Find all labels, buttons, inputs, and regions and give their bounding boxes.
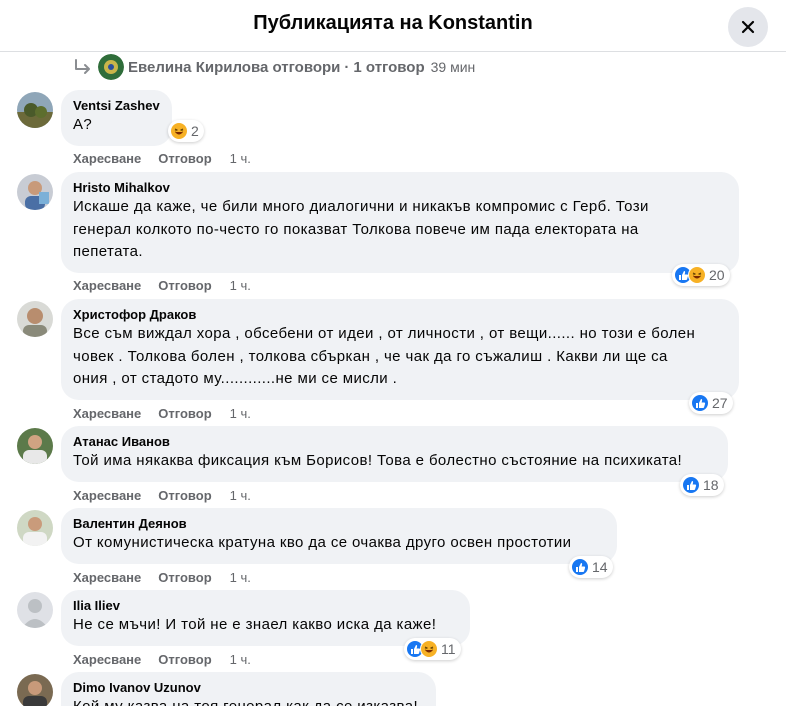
reaction-summary[interactable]: 27 (689, 392, 733, 414)
reply-button[interactable]: Отговор (158, 151, 211, 166)
comment-actions: Харесване Отговор 1 ч. (73, 277, 251, 293)
comment-bubble: Христофор Драков Все съм виждал хора , о… (61, 299, 739, 400)
comment-author[interactable]: Dimo Ivanov Uzunov (73, 680, 424, 696)
commenter-avatar[interactable] (17, 428, 53, 464)
view-replies-link[interactable]: Евелина Кирилова отговори · 1 отговор 39… (72, 54, 476, 80)
reaction-count: 27 (712, 395, 728, 411)
comment-author[interactable]: Атанас Иванов (73, 434, 716, 450)
comment-text-line: генерал колкото по-често го показват Тол… (73, 220, 639, 238)
comment-bubble: Dimo Ivanov Uzunov Кой му казва на тоя г… (61, 672, 436, 706)
reply-button[interactable]: Отговор (158, 488, 211, 503)
comment-actions: Харесване Отговор 1 ч. (73, 651, 251, 667)
reaction-summary[interactable]: 14 (569, 556, 613, 578)
comment-author[interactable]: Hristo Mihalkov (73, 180, 727, 196)
comment-text: Той има някаква фиксация към Борисов! То… (73, 452, 683, 469)
reply-count: 1 отговор (353, 58, 425, 76)
comment-time[interactable]: 1 ч. (230, 570, 251, 585)
comment-time[interactable]: 1 ч. (230, 151, 251, 166)
reply-button[interactable]: Отговор (158, 278, 211, 293)
reply-summary-name: Евелина Кирилова отговори (128, 58, 341, 76)
comment-actions: Харесване Отговор 1 ч. (73, 150, 251, 166)
comment-text-line: човек . Толкова болен , толкова сбъркан … (73, 347, 668, 365)
reaction-summary[interactable]: 18 (680, 474, 724, 496)
comment-time[interactable]: 1 ч. (230, 652, 251, 667)
commenter-avatar[interactable] (17, 674, 53, 706)
comment-actions: Харесване Отговор 1 ч. (73, 569, 251, 585)
reply-separator: · (344, 58, 350, 76)
comment-time[interactable]: 1 ч. (230, 278, 251, 293)
like-reaction-icon (571, 558, 589, 576)
commenter-avatar[interactable] (17, 592, 53, 628)
comment-bubble: Валентин Деянов От комунистическа кратун… (61, 508, 617, 564)
reaction-summary[interactable]: 20 (672, 264, 730, 286)
like-button[interactable]: Харесване (73, 570, 141, 585)
haha-reaction-icon (688, 266, 706, 284)
haha-reaction-icon (170, 122, 188, 140)
reaction-count: 18 (703, 477, 719, 493)
dialog-header: Публикацията на Konstantin (0, 0, 786, 52)
like-reaction-icon (682, 476, 700, 494)
comment-actions: Харесване Отговор 1 ч. (73, 487, 251, 503)
comment-actions: Харесване Отговор 1 ч. (73, 405, 251, 421)
comment-author[interactable]: Ventsi Zashev (73, 98, 160, 114)
reaction-count: 11 (441, 641, 456, 657)
commenter-avatar[interactable] (17, 92, 53, 128)
comment-time[interactable]: 1 ч. (230, 488, 251, 503)
comment-text-line: Все съм виждал хора , обсебени от идеи ,… (73, 325, 696, 342)
comment-text-line: пепетата. (73, 243, 143, 260)
dialog-title: Публикацията на Konstantin (253, 12, 533, 34)
reaction-summary[interactable]: 11 (404, 638, 461, 660)
like-button[interactable]: Харесване (73, 488, 141, 503)
haha-reaction-icon (420, 640, 438, 658)
reaction-count: 2 (191, 123, 199, 139)
like-reaction-icon (691, 394, 709, 412)
like-button[interactable]: Харесване (73, 151, 141, 166)
reply-arrow-icon (75, 59, 90, 74)
reaction-summary[interactable]: 2 (168, 120, 204, 142)
comment-bubble: Атанас Иванов Той има някаква фиксация к… (61, 426, 728, 482)
reaction-count: 20 (709, 267, 725, 283)
close-button[interactable] (728, 7, 768, 47)
like-button[interactable]: Харесване (73, 652, 141, 667)
comment-bubble: Ventsi Zashev А? (61, 90, 172, 146)
comment-text: Не се мъчи! И той не е знаел какво иска … (73, 616, 437, 633)
comment-text-line: ония , от стадото му............не ми се… (73, 370, 398, 387)
reply-time: 39 мин (430, 59, 476, 75)
comment-bubble: Ilia Iliev Не се мъчи! И той не е знаел … (61, 590, 470, 646)
comment-text-line: Искаше да каже, че били много диалогични… (73, 198, 649, 215)
comment-author[interactable]: Валентин Деянов (73, 516, 605, 532)
comment-text: А? (73, 116, 93, 133)
comment-time[interactable]: 1 ч. (230, 406, 251, 421)
reply-button[interactable]: Отговор (158, 570, 211, 585)
reply-button[interactable]: Отговор (158, 652, 211, 667)
reply-button[interactable]: Отговор (158, 406, 211, 421)
commenter-avatar[interactable] (17, 174, 53, 210)
commenter-avatar[interactable] (17, 510, 53, 546)
like-button[interactable]: Харесване (73, 406, 141, 421)
reaction-count: 14 (592, 559, 608, 575)
comment-author[interactable]: Христофор Драков (73, 307, 727, 323)
commenter-avatar[interactable] (17, 301, 53, 337)
comment-bubble: Hristo Mihalkov Искаше да каже, че били … (61, 172, 739, 273)
comment-author[interactable]: Ilia Iliev (73, 598, 458, 614)
comment-text: От комунистическа кратуна кво да се очак… (73, 534, 572, 551)
like-button[interactable]: Харесване (73, 278, 141, 293)
close-icon (741, 20, 755, 34)
comment-text: Кой му казва на тоя генерал как да се из… (73, 696, 424, 706)
reply-author-avatar (98, 54, 124, 80)
